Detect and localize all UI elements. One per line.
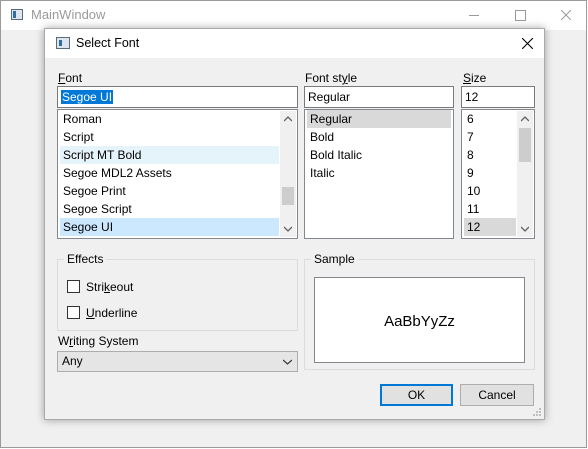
font-name-text: Segoe UI [61, 90, 114, 104]
font-list-item[interactable]: Segoe Print [60, 182, 279, 200]
effects-group-title: Effects [64, 252, 107, 266]
underline-checkbox[interactable] [67, 306, 80, 319]
effects-group: Effects Strikeout Underline [57, 252, 298, 331]
font-list-item[interactable]: Roman [60, 110, 279, 128]
font-list-scrollbar[interactable] [280, 111, 296, 237]
minimize-icon [469, 15, 479, 16]
scroll-down-icon[interactable] [284, 226, 292, 232]
size-list[interactable]: 6 7 8 9 10 11 12 [461, 109, 535, 239]
font-name-input[interactable]: Segoe UI [57, 86, 298, 108]
font-list-item[interactable]: Script MT Bold [60, 146, 279, 164]
dialog-close-button[interactable] [512, 29, 542, 58]
size-list-scrollbar[interactable] [517, 111, 533, 237]
size-list-item[interactable]: 7 [464, 128, 516, 146]
scroll-thumb[interactable] [519, 128, 531, 162]
strikeout-label[interactable]: Strikeout [86, 280, 133, 294]
sample-preview: AaBbYyZz [314, 277, 525, 363]
size-input[interactable]: 12 [461, 86, 535, 108]
font-list-item-selected[interactable]: Segoe UI [60, 218, 279, 236]
sample-text: AaBbYyZz [384, 313, 455, 330]
scroll-up-icon[interactable] [284, 116, 292, 122]
chevron-down-icon [283, 359, 292, 365]
font-list-item[interactable]: Script [60, 128, 279, 146]
size-list-item[interactable]: 10 [464, 182, 516, 200]
main-window-title: MainWindow [31, 7, 106, 22]
size-list-item[interactable]: 9 [464, 164, 516, 182]
size-list-item-selected[interactable]: 12 [464, 218, 516, 236]
font-style-list-item-selected[interactable]: Regular [307, 110, 451, 128]
font-style-label: Font style [305, 71, 358, 85]
app-window-icon [11, 9, 23, 20]
size-label: Size [463, 71, 487, 85]
writing-system-select[interactable]: Any [57, 351, 298, 372]
cancel-button[interactable]: Cancel [460, 384, 534, 406]
font-label: Font [58, 71, 83, 85]
select-font-dialog: Select Font Font Segoe UI Roman Script S… [44, 28, 545, 420]
scroll-down-icon[interactable] [521, 226, 529, 232]
underline-label[interactable]: Underline [86, 306, 137, 320]
close-icon [561, 10, 571, 20]
font-style-list-item[interactable]: Bold Italic [307, 146, 451, 164]
font-style-list-item[interactable]: Italic [307, 164, 451, 182]
main-close-button[interactable] [543, 1, 588, 30]
maximize-button[interactable] [497, 1, 543, 30]
size-list-item[interactable]: 11 [464, 200, 516, 218]
maximize-icon [515, 10, 526, 21]
ok-button[interactable]: OK [380, 384, 453, 406]
dialog-titlebar[interactable]: Select Font [45, 29, 544, 58]
font-list-item[interactable]: Segoe MDL2 Assets [60, 164, 279, 182]
font-style-input[interactable]: Regular [304, 86, 454, 108]
size-list-item[interactable]: 8 [464, 146, 516, 164]
dialog-title: Select Font [76, 36, 140, 50]
resize-grip-icon[interactable] [532, 407, 541, 416]
sample-group: Sample AaBbYyZz [304, 252, 535, 370]
font-style-list[interactable]: Regular Bold Bold Italic Italic [304, 109, 454, 239]
close-icon [522, 38, 533, 49]
font-list-item[interactable]: Segoe Script [60, 200, 279, 218]
scroll-thumb[interactable] [282, 187, 294, 205]
dialog-window-icon [56, 37, 70, 49]
size-list-item[interactable]: 6 [464, 110, 516, 128]
scroll-up-icon[interactable] [521, 116, 529, 122]
sample-group-title: Sample [311, 252, 358, 266]
writing-system-label: Writing System [58, 334, 139, 348]
font-style-list-item[interactable]: Bold [307, 128, 451, 146]
main-titlebar[interactable]: MainWindow [1, 1, 586, 30]
minimize-button[interactable] [451, 1, 497, 30]
strikeout-checkbox[interactable] [67, 280, 80, 293]
writing-system-value: Any [62, 354, 83, 368]
font-list[interactable]: Roman Script Script MT Bold Segoe MDL2 A… [57, 109, 298, 239]
